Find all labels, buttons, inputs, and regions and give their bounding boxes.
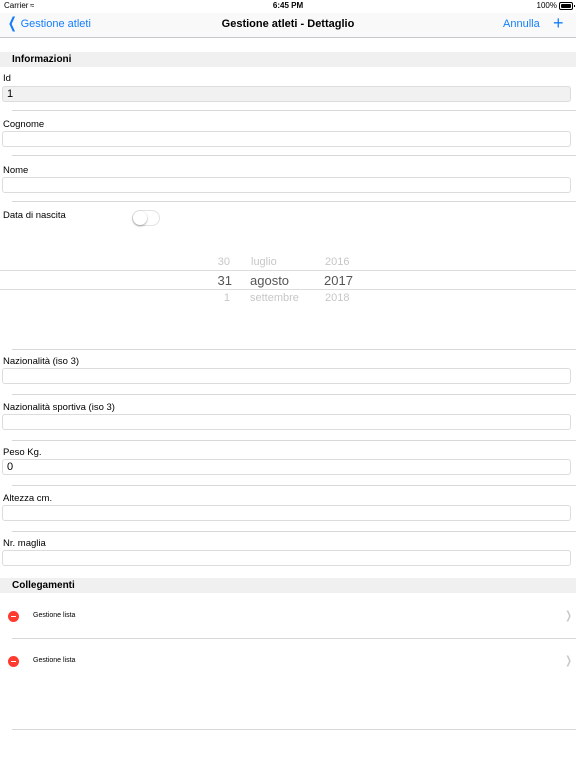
data-nascita-toggle[interactable] [132,210,160,226]
nome-field[interactable] [2,177,571,193]
picker-month-next: settembre [250,292,299,304]
section-header-collegamenti: Collegamenti [0,578,576,593]
delete-minus-icon[interactable] [8,611,19,622]
divider [12,729,576,730]
delete-minus-icon[interactable] [8,656,19,667]
divider [12,155,576,156]
divider [12,349,576,350]
battery-icon [559,2,575,10]
maglia-label: Nr. maglia [3,538,46,549]
add-button[interactable]: + [553,14,564,32]
nome-label: Nome [3,165,29,176]
peso-label: Peso Kg. [3,447,42,458]
picker-day-selected: 31 [217,273,232,288]
date-picker[interactable]: 30 31 1 luglio agosto settembre 2016 201… [0,250,576,310]
picker-year-prev: 2016 [325,256,350,268]
navigation-bar: ❮ Gestione atleti Gestione atleti - Dett… [0,13,576,38]
cancel-button[interactable]: Annulla [503,18,540,30]
picker-day-next: 1 [223,292,230,304]
nazionalita-sportiva-field[interactable] [2,414,571,430]
picker-selection-line-top [0,270,576,271]
link-label: Gestione lista [33,612,76,619]
section-title: Collegamenti [12,580,75,591]
chevron-right-icon: ❯ [565,655,572,667]
section-title: Informazioni [12,54,72,65]
cognome-label: Cognome [3,119,45,130]
nazionalita-label: Nazionalità (iso 3) [3,356,80,367]
nazionalita-sportiva-label: Nazionalità sportiva (iso 3) [3,402,115,413]
data-nascita-label: Data di nascita [3,210,66,221]
peso-field[interactable]: 0 [2,459,571,475]
divider [12,440,576,441]
picker-year-next: 2018 [325,292,350,304]
picker-month-prev: luglio [251,256,277,268]
altezza-field[interactable] [2,505,571,521]
link-row[interactable]: Gestione lista ❯ [0,594,576,638]
id-field: 1 [2,86,571,102]
divider [12,531,576,532]
picker-selection-line-bottom [0,289,576,290]
nazionalita-field[interactable] [2,368,571,384]
picker-year-selected: 2017 [324,273,353,288]
maglia-field[interactable] [2,550,571,566]
link-label: Gestione lista [33,657,76,664]
page-title: Gestione atleti - Dettaglio [221,18,355,30]
picker-day-prev: 30 [217,256,230,268]
divider [12,201,576,202]
toggle-knob [133,211,147,225]
status-bar: Carrier ≈ 6:45 PM 100% [0,0,576,13]
cognome-field[interactable] [2,131,571,147]
picker-month-selected: agosto [250,273,290,288]
altezza-label: Altezza cm. [3,493,53,504]
divider [12,394,576,395]
divider [12,638,576,639]
chevron-right-icon: ❯ [565,610,572,622]
battery-percent: 100% [536,1,557,10]
clock: 6:45 PM [272,1,304,10]
id-label: Id [3,73,11,84]
section-header-informazioni: Informazioni [0,52,576,67]
divider [12,110,576,111]
link-row[interactable]: Gestione lista ❯ [0,640,576,684]
divider [12,485,576,486]
